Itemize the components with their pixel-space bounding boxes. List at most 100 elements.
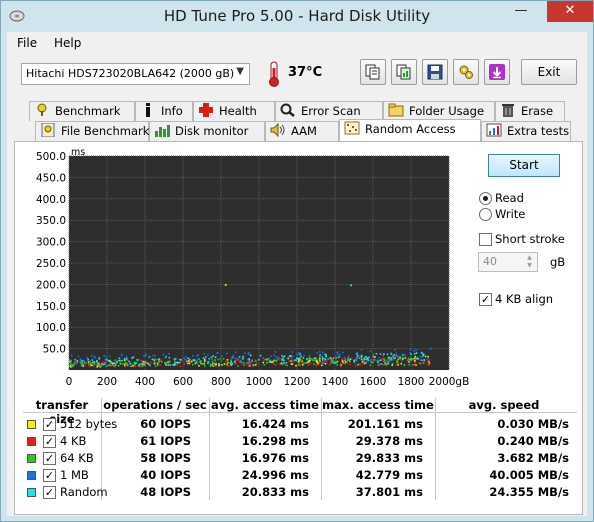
row-avg-time: 16.424 ms [241,417,309,431]
data-point [329,357,331,359]
tab-benchmark[interactable]: Benchmark [29,101,135,121]
data-point [347,355,350,358]
write-radio[interactable] [479,208,492,221]
data-point [360,354,363,357]
data-point [318,362,321,365]
close-button[interactable]: ✕ [547,1,593,22]
data-point [92,365,95,368]
start-button[interactable]: Start [488,154,560,177]
short-stroke-checkbox[interactable] [479,233,492,246]
data-point [336,363,339,366]
y-tick-label: 50.0 [43,344,66,356]
data-point [222,358,225,360]
data-point [191,354,194,357]
data-point [104,358,107,361]
table-row: ✓ 1 MB 40 IOPS 24.996 ms 42.779 ms 40.005 MB/… [23,467,577,484]
data-point [255,362,258,364]
series-checkbox[interactable]: ✓ [43,452,56,465]
series-checkbox[interactable]: ✓ [43,418,56,431]
y-tick-label: 450.0 [36,172,66,184]
data-point [392,358,394,361]
minimize-button[interactable]: — [507,1,535,22]
row-avg-time: 20.833 ms [241,485,309,499]
data-point [118,357,121,359]
data-point [365,358,368,361]
data-point [277,356,279,359]
data-point [423,359,426,361]
data-point [372,355,375,358]
data-point [270,355,272,358]
data-point [313,363,315,365]
read-radio[interactable] [479,192,492,205]
download-button[interactable] [484,59,510,85]
data-point [296,363,299,366]
series-color-swatch [27,437,36,446]
tab-label: Folder Usage [409,104,485,118]
align-checkbox[interactable]: ✓ [479,293,492,306]
menu-help[interactable]: Help [54,36,81,50]
tab-extra-tests[interactable]: Extra tests [481,121,571,141]
stroke-size-spinner[interactable]: 40 ▲ ▼ [478,252,538,272]
menu-file[interactable]: File [17,36,37,50]
data-point [400,360,403,362]
save-button[interactable] [422,59,448,85]
y-unit-label: ms [71,147,85,158]
data-point [84,364,86,367]
x-tick-label: 800 [211,376,231,388]
tab-info[interactable]: Info [135,101,193,121]
data-point [254,359,257,362]
data-point [168,360,171,363]
options-button[interactable] [453,59,479,85]
copy-info-button[interactable] [360,59,386,85]
tab-disk-monitor[interactable]: Disk monitor [149,121,265,141]
stroke-size-value: 40 [483,255,497,268]
tab-random-access[interactable]: Random Access [339,119,481,141]
data-point [365,361,367,364]
exit-button[interactable]: Exit [521,59,577,85]
data-point [403,353,406,356]
drive-select-value: Hitachi HDS723020BLA642 (2000 gB) [26,67,235,80]
tab-file-benchmark[interactable]: File Benchmark [35,121,149,141]
data-point [297,352,300,355]
data-point [113,362,115,365]
tab-erase[interactable]: Erase [495,101,565,121]
tab-folder-usage[interactable]: Folder Usage [383,101,495,121]
data-point [247,352,250,355]
series-checkbox[interactable]: ✓ [43,435,56,448]
copy-screen-button[interactable] [391,59,417,85]
info-icon [146,103,150,117]
data-point [427,362,430,365]
data-point [333,362,335,364]
data-point [148,356,151,358]
row-ops: 48 IOPS [140,485,191,499]
data-point [386,360,388,362]
header-avg-time: avg. access time [211,398,319,412]
spin-up-icon[interactable]: ▲ [523,254,536,262]
drive-select[interactable]: Hitachi HDS723020BLA642 (2000 gB) ▼ [21,63,250,85]
series-checkbox[interactable]: ✓ [43,469,56,482]
tab-health[interactable]: Health [193,101,275,121]
data-point [207,354,209,356]
tab-error-scan[interactable]: Error Scan [275,101,383,121]
data-point [242,355,245,358]
data-point [264,358,267,361]
data-point [125,362,127,364]
data-point [331,357,334,360]
data-point [168,356,171,359]
data-point [409,348,412,351]
data-point [183,363,186,366]
data-point [298,362,301,364]
data-point [415,352,418,354]
tab-aam[interactable]: AAM [265,121,339,141]
data-point [414,360,416,362]
data-point [91,359,94,361]
data-point [426,358,429,360]
data-point [98,357,101,360]
series-checkbox[interactable]: ✓ [43,486,56,499]
data-point [295,364,297,367]
tab-label: Disk monitor [175,124,249,138]
data-point [390,357,392,360]
spin-down-icon[interactable]: ▼ [523,262,536,270]
data-point [225,352,228,355]
data-point [358,363,361,366]
